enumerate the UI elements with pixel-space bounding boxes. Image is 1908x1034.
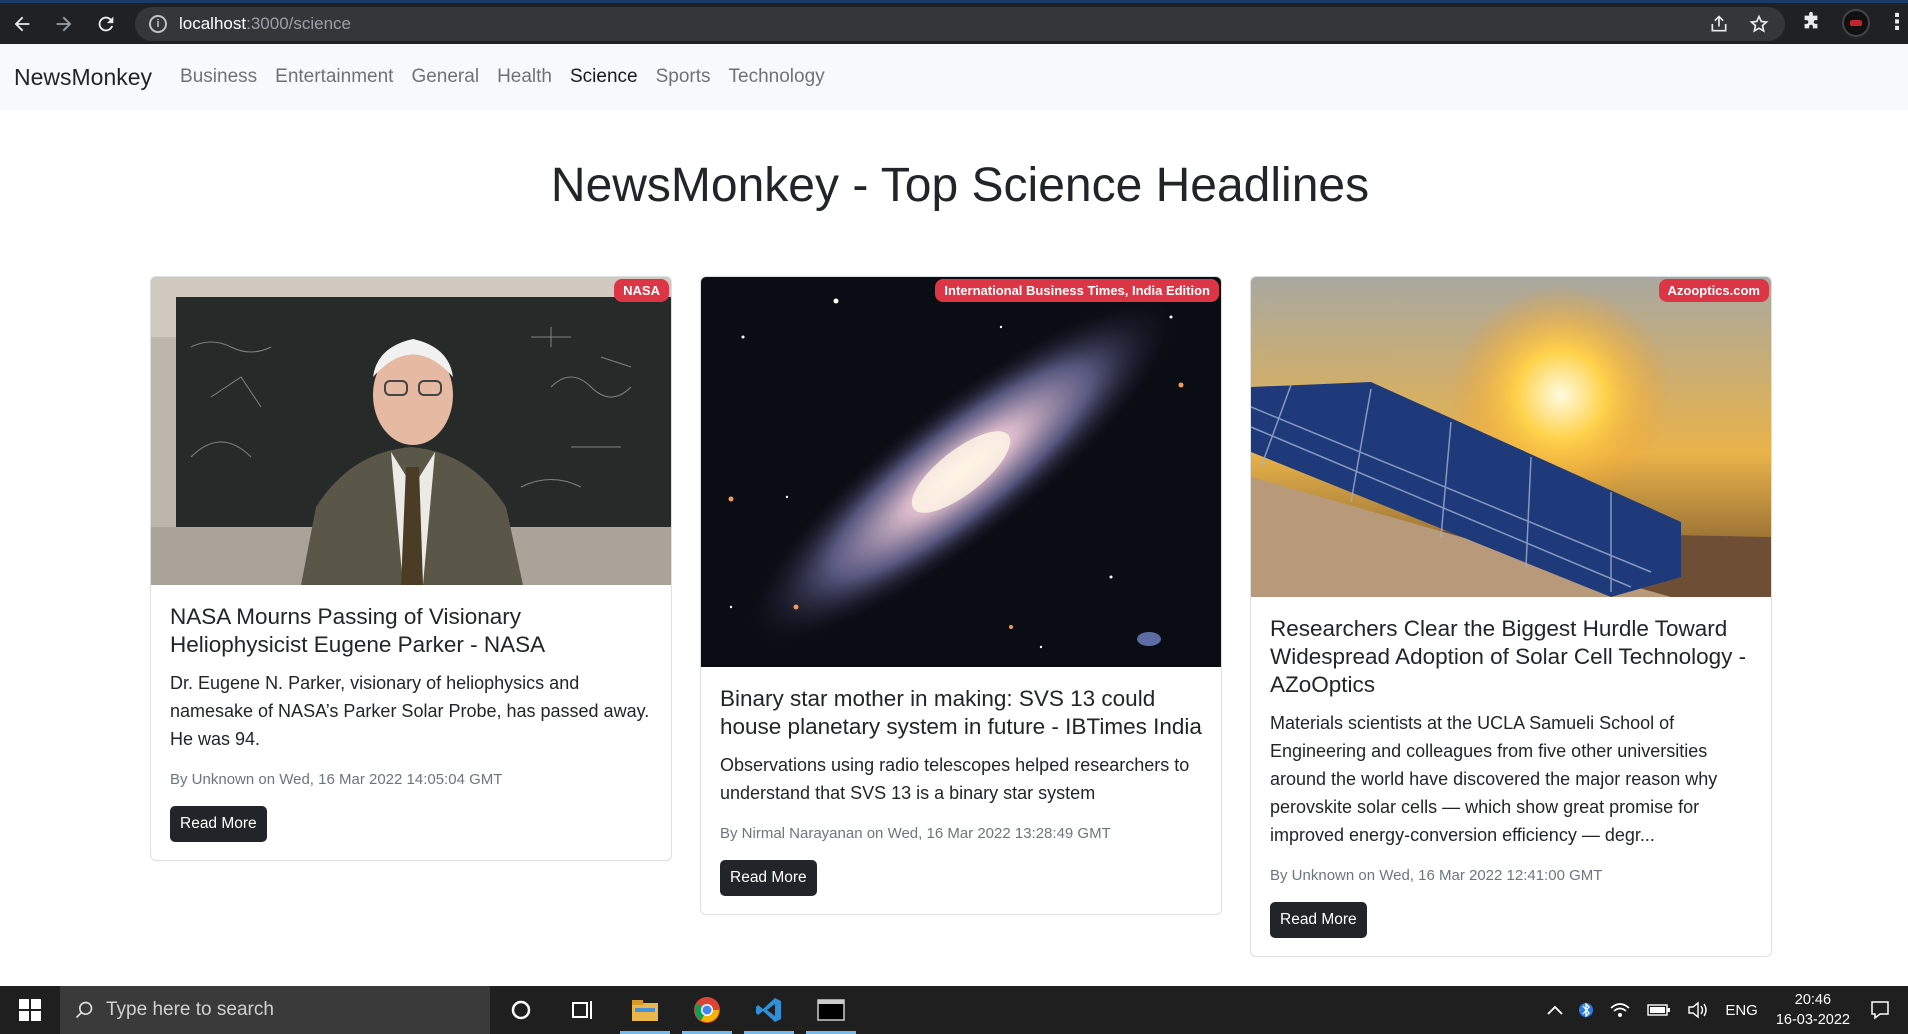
bookmark-star-icon[interactable] bbox=[1749, 14, 1769, 39]
source-badge: Azooptics.com bbox=[1658, 279, 1769, 302]
share-icon[interactable] bbox=[1709, 14, 1729, 39]
back-icon[interactable] bbox=[2, 4, 42, 44]
task-view-icon[interactable] bbox=[552, 986, 614, 1034]
system-tray: ENG 20:46 16-03-2022 bbox=[1539, 986, 1908, 1034]
file-explorer-icon[interactable] bbox=[614, 986, 676, 1034]
page-title: NewsMonkey - Top Science Headlines bbox=[550, 159, 1370, 212]
chrome-icon[interactable] bbox=[676, 986, 738, 1034]
card-description: Observations using radio telescopes help… bbox=[720, 755, 1190, 803]
card-description: Materials scientists at the UCLA Samueli… bbox=[1270, 713, 1718, 845]
site-navbar: NewsMonkey Business Entertainment Genera… bbox=[0, 44, 1908, 110]
source-badge: International Business Times, India Edit… bbox=[935, 279, 1219, 302]
language-indicator[interactable]: ENG bbox=[1725, 1002, 1758, 1019]
read-more-button[interactable]: Read More bbox=[170, 806, 267, 842]
site-info-icon[interactable]: i bbox=[149, 15, 167, 33]
news-card: Azooptics.com Researchers Clear the Bigg… bbox=[1250, 276, 1772, 957]
search-icon bbox=[75, 1001, 93, 1019]
os-taskbar: Type here to search ENG 20:46 16-03-2022 bbox=[0, 986, 1908, 1034]
card-title: NASA Mourns Passing of Visionary Helioph… bbox=[170, 604, 546, 657]
nav-link-business[interactable]: Business bbox=[180, 66, 257, 88]
news-card: NASA NASA Mourns Passing of Visionary He… bbox=[150, 276, 672, 861]
card-meta: By Unknown on Wed, 16 Mar 2022 14:05:04 … bbox=[170, 771, 503, 788]
terminal-icon[interactable] bbox=[800, 986, 862, 1034]
nav-link-science[interactable]: Science bbox=[570, 66, 638, 88]
read-more-button[interactable]: Read More bbox=[720, 860, 817, 896]
card-title: Binary star mother in making: SVS 13 cou… bbox=[720, 686, 1202, 739]
browser-menu-icon[interactable]: ⋮ bbox=[1886, 11, 1908, 33]
url-text: localhost:3000/science bbox=[179, 14, 352, 33]
volume-icon[interactable] bbox=[1687, 1001, 1709, 1019]
wifi-icon[interactable] bbox=[1609, 1001, 1631, 1019]
card-description: Dr. Eugene N. Parker, visionary of helio… bbox=[170, 673, 650, 749]
chevron-up-icon[interactable] bbox=[1547, 1005, 1563, 1015]
forward-icon[interactable] bbox=[44, 4, 84, 44]
battery-icon[interactable] bbox=[1647, 1003, 1671, 1017]
reload-icon[interactable] bbox=[86, 4, 126, 44]
card-meta: By Nirmal Narayanan on Wed, 16 Mar 2022 … bbox=[720, 825, 1111, 842]
card-title: Researchers Clear the Biggest Hurdle Tow… bbox=[1270, 616, 1747, 697]
nav-link-general[interactable]: General bbox=[411, 66, 479, 88]
vscode-icon[interactable] bbox=[738, 986, 800, 1034]
taskbar-search-input[interactable]: Type here to search bbox=[60, 986, 490, 1034]
taskbar-clock[interactable]: 20:46 16-03-2022 bbox=[1776, 990, 1850, 1030]
bluetooth-icon[interactable] bbox=[1579, 1000, 1594, 1020]
nav-link-technology[interactable]: Technology bbox=[729, 66, 825, 88]
news-card: International Business Times, India Edit… bbox=[700, 276, 1222, 915]
brand-link[interactable]: NewsMonkey bbox=[14, 64, 152, 91]
source-badge: NASA bbox=[614, 279, 669, 302]
cortana-icon[interactable] bbox=[490, 986, 552, 1034]
nav-link-sports[interactable]: Sports bbox=[656, 66, 711, 88]
news-image: International Business Times, India Edit… bbox=[701, 277, 1221, 667]
nav-link-health[interactable]: Health bbox=[497, 66, 552, 88]
read-more-button[interactable]: Read More bbox=[1270, 902, 1367, 938]
browser-toolbar: i localhost:3000/science ⋮ bbox=[0, 0, 1908, 44]
windows-start-icon[interactable] bbox=[0, 986, 60, 1034]
profile-avatar[interactable] bbox=[1842, 9, 1870, 37]
card-meta: By Unknown on Wed, 16 Mar 2022 12:41:00 … bbox=[1270, 867, 1603, 884]
news-image: Azooptics.com bbox=[1251, 277, 1771, 597]
address-bar[interactable]: i localhost:3000/science bbox=[135, 7, 1785, 41]
notification-icon[interactable] bbox=[1870, 1000, 1890, 1020]
extensions-icon[interactable] bbox=[1800, 11, 1822, 38]
news-image: NASA bbox=[151, 277, 671, 585]
nav-link-entertainment[interactable]: Entertainment bbox=[275, 66, 393, 88]
